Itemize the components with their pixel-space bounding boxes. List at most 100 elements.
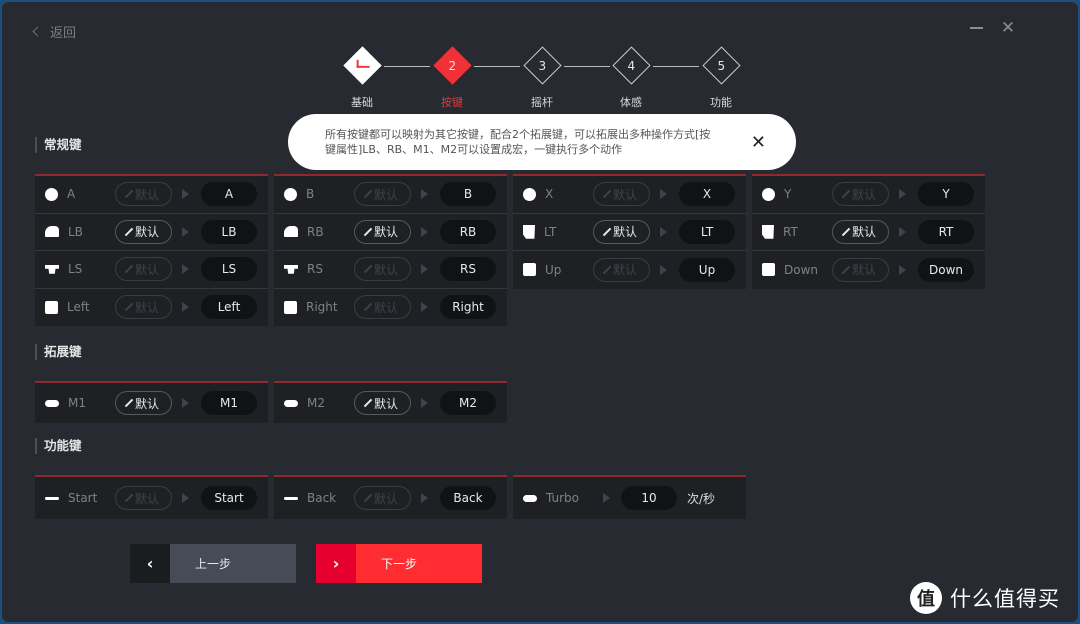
key-name: Right (306, 300, 338, 315)
info-tooltip: 所有按键都可以映射为其它按键，配合2个拓展键，可以拓展出多种操作方式[按键属性]… (288, 114, 796, 170)
mapped-key-button[interactable]: Down (918, 257, 974, 282)
pencil-icon (124, 265, 134, 274)
key-name: RT (783, 224, 798, 239)
pencil-icon (602, 265, 612, 274)
turbo-card: Turbo 10 次/秒 (513, 475, 746, 519)
edit-mapping-button[interactable]: 默认 (115, 182, 172, 207)
edit-mapping-button[interactable]: 默认 (832, 182, 889, 207)
turbo-rate-input[interactable]: 10 (621, 486, 677, 510)
chevron-left-icon: ‹ (130, 544, 170, 583)
watermark-logo-icon: 值 (910, 582, 942, 614)
mapped-key-button[interactable]: Up (679, 257, 735, 282)
key-name: Back (307, 491, 337, 505)
mapped-key-button[interactable]: Y (918, 182, 974, 207)
mapped-key-button[interactable]: M1 (201, 391, 257, 415)
turbo-row: Turbo 10 次/秒 (513, 477, 746, 519)
prev-step-button[interactable]: ‹ 上一步 (130, 544, 296, 583)
edit-label: 默认 (134, 491, 159, 506)
key-card: Back 默认 Back (274, 475, 507, 519)
play-arrow-icon (660, 264, 667, 275)
edit-mapping-button[interactable]: 默认 (593, 182, 650, 207)
step-1[interactable]: 基础 (342, 46, 382, 110)
edit-label: 默认 (373, 491, 398, 506)
mapped-key-button[interactable]: LT (679, 219, 735, 244)
mapped-key-button[interactable]: Right (440, 295, 496, 320)
key-name: LB (68, 224, 83, 239)
mapped-key-button[interactable]: LB (201, 219, 257, 244)
prev-step-label: 上一步 (170, 544, 296, 583)
section-title-regular: 常规键 (35, 137, 82, 153)
pencil-icon (363, 493, 373, 503)
play-arrow-icon (421, 493, 428, 503)
pill-button-icon (45, 399, 59, 407)
edit-mapping-button[interactable]: 默认 (354, 391, 411, 415)
edit-mapping-button[interactable]: 默认 (115, 486, 172, 510)
mapped-key-button[interactable]: Start (201, 486, 257, 510)
edit-mapping-button[interactable]: 默认 (354, 257, 411, 282)
bumper-icon (45, 226, 59, 238)
mapped-key-button[interactable]: RS (440, 257, 496, 282)
edit-mapping-button[interactable]: 默认 (832, 257, 889, 282)
key-row: M2 默认 M2 (274, 383, 507, 423)
mapped-key-button[interactable]: M2 (440, 391, 496, 415)
pencil-icon (841, 265, 851, 274)
bar-button-icon (45, 496, 59, 500)
key-row: B 默认 B (274, 176, 507, 214)
step-connector (653, 66, 699, 67)
circle-button-icon (523, 187, 536, 201)
edit-mapping-button[interactable]: 默认 (354, 486, 411, 510)
edit-mapping-button[interactable]: 默认 (593, 219, 650, 244)
edit-mapping-button[interactable]: 默认 (354, 182, 411, 207)
key-card: Y 默认 Y RT 默认 RT Down 默认 Down (752, 174, 985, 289)
edit-mapping-button[interactable]: 默认 (832, 219, 889, 244)
dpad-icon (523, 263, 536, 277)
close-icon[interactable]: ✕ (1000, 20, 1016, 37)
watermark: 值 什么值得买 (910, 582, 1060, 614)
key-name: Down (784, 262, 819, 277)
edit-mapping-button[interactable]: 默认 (593, 257, 650, 282)
step-2[interactable]: 2 按键 (432, 46, 472, 110)
pencil-icon (841, 227, 851, 236)
step-label: 按键 (441, 96, 463, 109)
edit-mapping-button[interactable]: 默认 (354, 295, 411, 320)
step-5[interactable]: 5 功能 (701, 46, 741, 110)
minimize-icon[interactable] (968, 20, 984, 36)
mapped-key-button[interactable]: LS (201, 257, 257, 282)
dpad-icon (284, 300, 297, 314)
mapped-key-button[interactable]: A (201, 182, 257, 207)
key-row: LS 默认 LS (35, 251, 268, 289)
key-row: Start 默认 Start (35, 477, 268, 519)
step-4[interactable]: 4 体感 (611, 46, 651, 110)
mapped-key-button[interactable]: B (440, 182, 496, 207)
edit-mapping-button[interactable]: 默认 (354, 219, 411, 244)
next-step-button[interactable]: › 下一步 (316, 544, 482, 583)
edit-mapping-button[interactable]: 默认 (115, 295, 172, 320)
pill-button-icon (284, 399, 298, 407)
edit-mapping-button[interactable]: 默认 (115, 257, 172, 282)
step-connector (384, 66, 430, 67)
step-label: 功能 (710, 96, 732, 109)
back-button[interactable]: 返回 (32, 22, 76, 41)
tooltip-text: 所有按键都可以映射为其它按键，配合2个拓展键，可以拓展出多种操作方式[按键属性]… (325, 128, 711, 156)
mapped-key-button[interactable]: RT (918, 219, 974, 244)
step-3[interactable]: 3 摇杆 (522, 46, 562, 110)
edit-mapping-button[interactable]: 默认 (115, 391, 172, 415)
key-name: Start (68, 491, 98, 505)
edit-label: 默认 (373, 225, 398, 240)
play-arrow-icon (899, 189, 906, 200)
play-arrow-icon (421, 226, 428, 237)
circle-button-icon (45, 187, 58, 201)
mapped-key-button[interactable]: X (679, 182, 735, 207)
play-arrow-icon (421, 302, 428, 313)
mapped-key-button[interactable]: Back (440, 486, 496, 510)
close-icon[interactable]: ✕ (751, 132, 766, 153)
pencil-icon (124, 190, 134, 199)
edit-mapping-button[interactable]: 默认 (115, 219, 172, 244)
trigger-icon (762, 224, 774, 239)
next-step-label: 下一步 (356, 544, 482, 583)
mapped-key-button[interactable]: RB (440, 219, 496, 244)
bumper-icon (284, 226, 298, 238)
play-arrow-icon (603, 493, 610, 503)
pill-button-icon (523, 494, 537, 502)
mapped-key-button[interactable]: Left (201, 295, 257, 320)
